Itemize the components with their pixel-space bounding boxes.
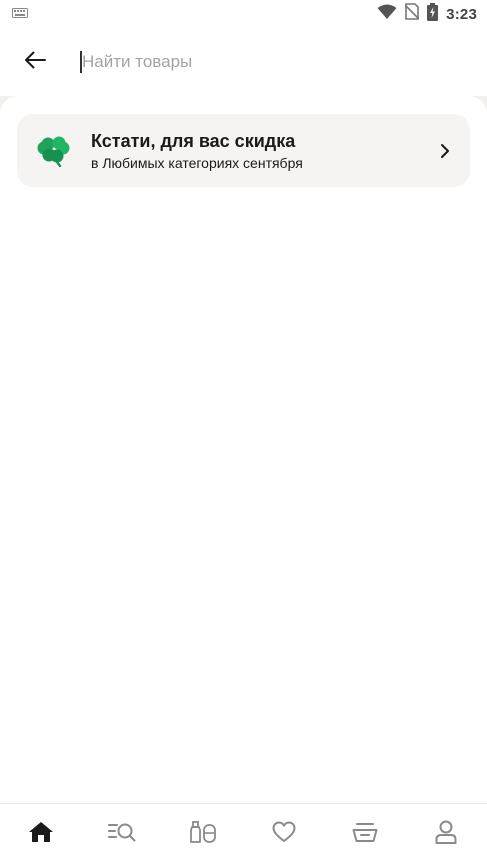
catalog-search-icon xyxy=(107,821,136,848)
nav-products[interactable] xyxy=(162,804,243,865)
profile-icon xyxy=(435,820,457,849)
nav-profile[interactable] xyxy=(406,804,487,865)
cart-icon xyxy=(352,821,378,848)
discount-promo-card[interactable]: Кстати, для вас скидка в Любимых категор… xyxy=(17,114,470,187)
search-input[interactable] xyxy=(80,40,487,84)
nav-home[interactable] xyxy=(0,804,81,865)
no-sim-icon xyxy=(404,3,420,25)
status-bar: 3:23 xyxy=(0,0,487,28)
main-content xyxy=(0,96,487,803)
status-time: 3:23 xyxy=(446,5,477,23)
promo-subtitle: в Любимых категориях сентября xyxy=(91,154,303,171)
status-right: 3:23 xyxy=(377,2,477,26)
bottom-navigation xyxy=(0,803,487,865)
search-field[interactable] xyxy=(70,40,487,84)
heart-icon xyxy=(272,821,296,848)
nav-catalog[interactable] xyxy=(81,804,162,865)
promo-title: Кстати, для вас скидка xyxy=(91,130,296,151)
products-icon xyxy=(189,820,217,849)
keyboard-icon xyxy=(12,5,28,23)
text-cursor xyxy=(80,51,82,73)
back-button[interactable] xyxy=(0,28,70,96)
promo-text: Кстати, для вас скидка в Любимых категор… xyxy=(91,130,420,172)
battery-charging-icon xyxy=(427,2,439,26)
status-left xyxy=(12,5,28,23)
clover-icon xyxy=(17,114,91,187)
chevron-right-icon xyxy=(420,114,470,187)
nav-cart[interactable] xyxy=(325,804,406,865)
nav-favorites[interactable] xyxy=(244,804,325,865)
arrow-left-icon xyxy=(24,51,46,74)
search-header xyxy=(0,28,487,96)
wifi-icon xyxy=(377,4,397,25)
home-icon xyxy=(28,821,54,848)
